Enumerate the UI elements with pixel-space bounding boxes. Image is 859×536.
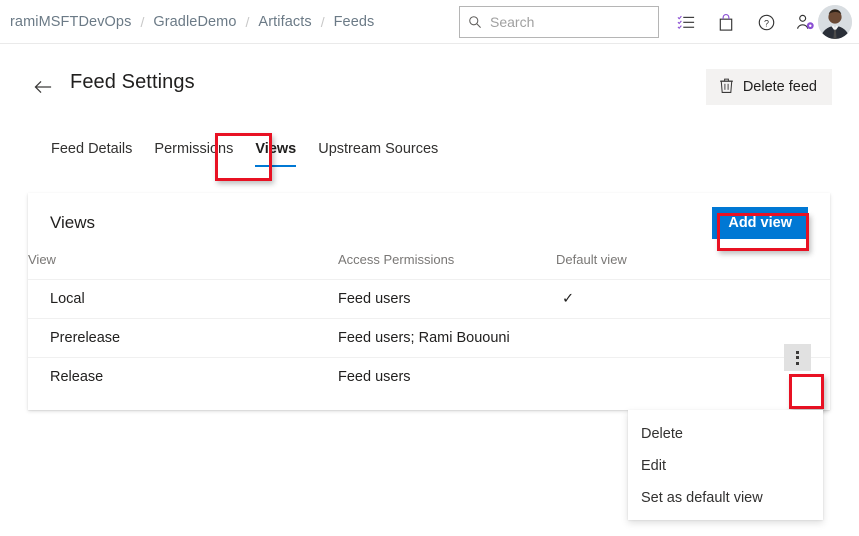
cell-view-name: Release [50,369,104,386]
column-header-actions [686,252,830,280]
delete-feed-label: Delete feed [742,79,817,95]
page-title: Feed Settings [70,71,195,93]
tab-label: Views [255,141,297,157]
marketplace-bag-icon[interactable] [712,8,740,36]
context-menu-item-set-default-view[interactable]: Set as default view [628,482,823,514]
column-header-default-view: Default view [556,252,686,280]
breadcrumb-separator: / [320,13,325,30]
top-header-bar: ramiMSFTDevOps / GradleDemo / Artifacts … [0,0,859,44]
cell-access-permissions: Feed users [338,369,411,386]
help-question-icon[interactable]: ? [752,8,780,36]
cell-default-view [556,358,686,397]
user-settings-icon[interactable] [792,8,820,36]
tab-feed-details[interactable]: Feed Details [40,138,143,169]
breadcrumb-item-organization[interactable]: ramiMSFTDevOps [10,14,131,30]
breadcrumb-item-project[interactable]: GradleDemo [153,14,236,30]
column-header-view: View [28,252,338,280]
user-avatar[interactable] [818,5,852,39]
trash-icon [719,77,734,98]
back-arrow-icon[interactable] [30,74,56,100]
cell-view-name: Local [28,279,338,319]
default-view-check-icon: ✓ [556,279,686,319]
views-card-title: Views [50,213,96,232]
cell-access-permissions: Feed users [338,279,556,319]
search-icon [468,15,482,29]
table-row[interactable]: Prerelease Feed users; Rami Bououni [28,318,830,358]
breadcrumb-separator: / [245,13,250,30]
views-card-header: Views Add view [28,193,830,252]
table-row[interactable]: Local Feed users ✓ [28,279,830,319]
tab-label: Upstream Sources [318,141,439,157]
breadcrumb: ramiMSFTDevOps / GradleDemo / Artifacts … [0,14,374,30]
cell-actions [686,344,830,397]
table-header-row: View Access Permissions Default view [28,252,830,280]
boards-checklist-icon[interactable] [672,8,700,36]
tab-label: Permissions [154,141,234,157]
settings-tab-list: Feed Details Permissions Views Upstream … [0,138,859,178]
context-menu-item-edit[interactable]: Edit [628,450,823,482]
cell-access-permissions: Feed users; Rami Bououni [338,318,556,358]
views-table-body: Local Feed users ✓ Prerelease Feed users… [28,279,830,397]
add-view-button[interactable]: Add view [712,207,808,239]
views-table: View Access Permissions Default view Loc… [28,252,830,397]
views-card: Views Add view View Access Permissions D… [28,193,830,410]
tab-active-underline [255,164,297,167]
delete-feed-button[interactable]: Delete feed [705,69,832,105]
column-header-access-permissions: Access Permissions [338,252,556,280]
app-page: ramiMSFTDevOps / GradleDemo / Artifacts … [0,0,859,536]
row-kebab-button[interactable] [784,344,811,371]
header-icon-group: ? [672,0,820,44]
more-actions-icon [796,350,799,365]
breadcrumb-item-feeds[interactable]: Feeds [334,14,375,30]
context-menu-item-delete[interactable]: Delete [628,418,823,450]
search-box[interactable]: Search [459,6,659,38]
breadcrumb-separator: / [140,13,145,30]
search-input[interactable]: Search [490,14,534,30]
cell-view-name: Prerelease [28,318,338,358]
row-context-menu: Delete Edit Set as default view [628,410,823,520]
cell-default-view [556,318,686,358]
tab-upstream-sources[interactable]: Upstream Sources [307,138,449,169]
tab-views[interactable]: Views [244,138,307,169]
tab-permissions[interactable]: Permissions [143,138,244,169]
svg-text:?: ? [763,18,768,28]
cell-actions [686,279,830,319]
table-row[interactable]: Release Feed users [28,344,830,397]
tab-label: Feed Details [51,141,133,157]
breadcrumb-item-artifacts[interactable]: Artifacts [258,14,311,30]
page-title-row: Feed Settings Delete feed [0,62,859,114]
views-table-head: View Access Permissions Default view [28,252,830,280]
